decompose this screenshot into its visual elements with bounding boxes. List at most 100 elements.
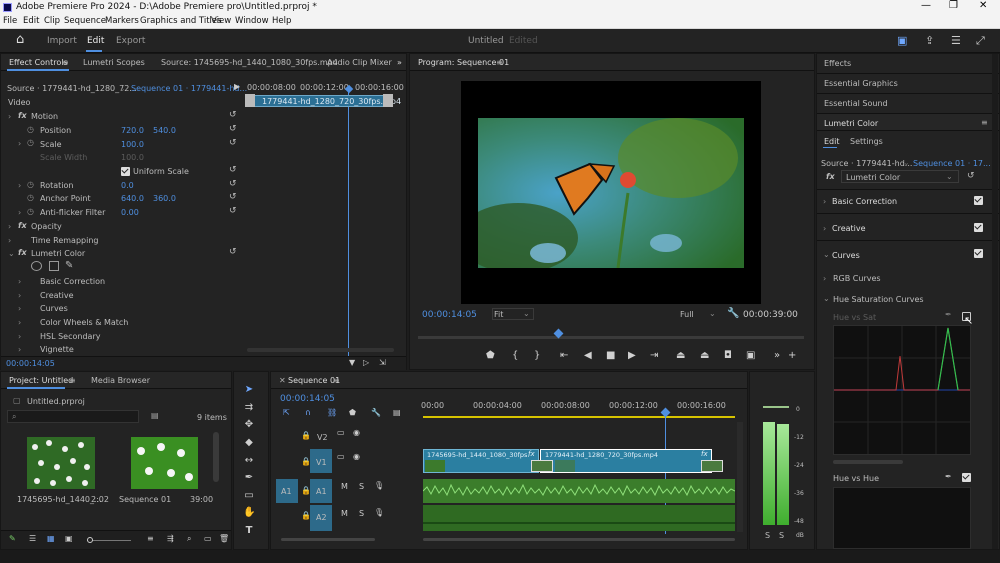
play-clip-icon[interactable]: ▶ — [234, 82, 240, 91]
stopwatch-rotation-icon[interactable]: ◷ — [27, 180, 34, 189]
timeline-menu-icon[interactable]: ≡ — [333, 376, 340, 385]
timeline-horizontal-scroll-left[interactable] — [281, 538, 375, 541]
freeform-view-icon[interactable]: ▣ — [65, 534, 73, 543]
ec-color-wheels[interactable]: Color Wheels & Match — [40, 318, 128, 327]
a1-solo-icon[interactable]: S — [359, 482, 364, 491]
extract-icon[interactable]: ⏏ — [700, 350, 709, 361]
tab-import[interactable]: Import — [47, 36, 77, 46]
expand-hsl-icon[interactable]: › — [18, 332, 21, 341]
menu-help[interactable]: Help — [272, 16, 291, 26]
export-frame-icon[interactable]: ⇲ — [379, 358, 386, 367]
expand-basic-icon[interactable]: › — [18, 277, 21, 286]
creative-section[interactable]: Creative — [832, 224, 866, 233]
a2-mute-icon[interactable]: M — [341, 509, 348, 518]
lift-icon[interactable]: ⏏ — [676, 350, 685, 361]
add-marker-timeline-icon[interactable]: ⬟ — [349, 408, 356, 417]
reset-anchor-icon[interactable]: ↺ — [229, 192, 237, 202]
pencil-icon[interactable]: ✎ — [9, 534, 16, 543]
home-icon[interactable]: ⌂ — [16, 32, 24, 47]
quality-chevron-icon[interactable]: ⌄ — [709, 309, 716, 318]
expand-wheels-icon[interactable]: › — [18, 318, 21, 327]
stop-icon[interactable]: ■ — [606, 350, 615, 361]
expand-antiflicker-icon[interactable]: › — [18, 208, 21, 217]
expand-icon[interactable]: › — [8, 112, 11, 121]
right-panel-scrollbar[interactable] — [992, 54, 998, 549]
audio-clip-a1[interactable] — [422, 479, 736, 503]
v1-sync-icon[interactable]: ▭ — [337, 452, 345, 461]
curves-section[interactable]: Curves — [832, 251, 860, 260]
video-clip-1[interactable]: 1745695-hd_1440_1080_30fps. fx — [423, 449, 539, 473]
lumetri-effect-select[interactable]: Lumetri Color ⌄ — [841, 170, 959, 183]
hue-saturation-curves-section[interactable]: Hue Saturation Curves — [833, 295, 924, 304]
fullscreen-icon[interactable]: ⤢ — [976, 34, 985, 48]
transition-icon-left[interactable] — [531, 460, 553, 472]
sequence-thumbnail[interactable] — [131, 437, 198, 489]
panel-menu-icon[interactable]: ≡ — [62, 58, 69, 67]
expand-rotation-icon[interactable]: › — [18, 181, 21, 190]
project-scrollbar[interactable] — [213, 432, 219, 482]
lumetri-menu-icon[interactable]: ≡ — [981, 118, 988, 127]
expand-time-remap-icon[interactable]: › — [8, 236, 11, 245]
slip-tool-icon[interactable]: ↔ — [243, 455, 255, 467]
play-only-icon[interactable]: ▷ — [363, 358, 369, 367]
step-back-icon[interactable]: ◀ — [584, 350, 592, 361]
lumetri-reset-icon[interactable]: ↺ — [967, 171, 975, 181]
tab-project[interactable]: Project: Untitled — [9, 376, 73, 385]
menu-view[interactable]: View — [211, 16, 231, 26]
ripple-edit-tool-icon[interactable]: ✥ — [243, 419, 255, 431]
rgb-expand-icon[interactable]: › — [823, 274, 826, 283]
minimize-icon[interactable]: — — [921, 0, 931, 11]
ec-vignette[interactable]: Vignette — [40, 345, 74, 354]
tab-edit[interactable]: Edit — [87, 36, 104, 46]
add-marker-icon[interactable]: ⬟ — [486, 350, 495, 361]
captions-icon[interactable]: ▤ — [393, 408, 401, 417]
hue-sat-collapse-icon[interactable]: ⌄ — [823, 294, 830, 303]
sequence-name[interactable]: Sequence 01 — [119, 495, 171, 504]
automate-icon[interactable]: ⇶ — [167, 534, 174, 543]
stopwatch-antiflicker-icon[interactable]: ◷ — [27, 207, 34, 216]
track-select-tool-icon[interactable]: ⇉ — [243, 402, 255, 414]
tab-media-browser[interactable]: Media Browser — [91, 376, 150, 385]
lumetri-sequence-label[interactable]: Sequence 01 · 17... — [913, 159, 991, 168]
v2-sync-icon[interactable]: ▭ — [337, 428, 345, 437]
ec-curves[interactable]: Curves — [40, 304, 68, 313]
new-item-icon[interactable]: ▭ — [204, 534, 212, 543]
v1-eye-icon[interactable]: ◉ — [353, 452, 360, 461]
a2-label[interactable]: A2 — [316, 513, 327, 522]
close-sequence-icon[interactable]: ✕ — [279, 376, 286, 385]
sequence-clip-label[interactable]: Sequence 01 · 1779441-hd... — [131, 84, 247, 93]
program-scrubber[interactable] — [418, 336, 804, 339]
creative-expand-icon[interactable]: › — [823, 224, 826, 233]
lumetri-settings-tab[interactable]: Settings — [850, 137, 883, 146]
timeline-vertical-scroll[interactable] — [737, 422, 743, 532]
expand-curves-icon[interactable]: › — [18, 304, 21, 313]
ec-timecode[interactable]: 00:00:14:05 — [6, 359, 55, 368]
creative-checkbox[interactable] — [974, 223, 983, 232]
rectangle-tool-icon[interactable]: ▭ — [243, 490, 255, 502]
menu-edit[interactable]: Edit — [23, 16, 39, 26]
linked-selection-icon[interactable]: ⛓ — [327, 408, 337, 417]
a1-source-label[interactable]: A1 — [281, 487, 292, 496]
go-to-in-icon[interactable]: ⇤ — [560, 350, 568, 361]
v2-eye-icon[interactable]: ◉ — [353, 428, 360, 437]
zoom-slider-handle[interactable] — [87, 537, 93, 543]
clip1-name[interactable]: 1745695-hd_1440_... — [17, 495, 102, 504]
a2-solo-icon[interactable]: S — [359, 509, 364, 518]
anchor-y-value[interactable]: 360.0 — [153, 194, 176, 203]
antiflicker-value[interactable]: 0.00 — [121, 208, 139, 217]
effects-panel-tab[interactable]: Effects — [824, 59, 851, 68]
settings-wrench-icon[interactable]: 🔧 — [727, 308, 739, 319]
dropdown-icon[interactable]: ⌄ — [119, 84, 126, 93]
eyedropper-icon[interactable]: ✒ — [945, 310, 952, 319]
ec-clip-bar[interactable]: 1779441-hd_1280_720_30fps.mp4 — [247, 95, 401, 107]
share-icon[interactable]: ⇪ — [925, 34, 934, 47]
collapse-lumetri-icon[interactable]: ⌄ — [8, 249, 15, 258]
stopwatch-anchor-icon[interactable]: ◷ — [27, 193, 34, 202]
reset-lumetri-icon[interactable]: ↺ — [229, 247, 237, 257]
expand-scale-icon[interactable]: › — [18, 139, 21, 148]
hue-vs-hue-graph[interactable] — [833, 487, 971, 549]
basic-correction-checkbox[interactable] — [974, 196, 983, 205]
curves-checkbox[interactable] — [974, 249, 983, 258]
hand-tool-icon[interactable]: ✋ — [243, 507, 255, 519]
video-canvas[interactable] — [461, 81, 761, 304]
